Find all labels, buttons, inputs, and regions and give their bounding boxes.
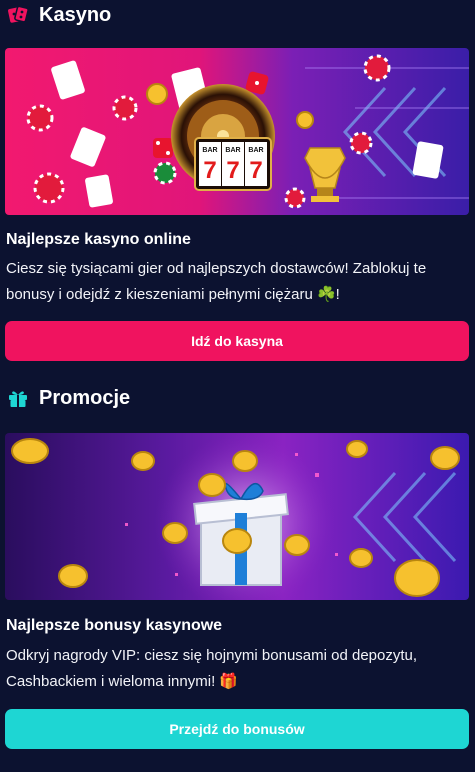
promotions-section-title: Promocje [39,386,131,409]
go-to-casino-button[interactable]: Idź do kasyna [5,321,469,361]
casino-card-description: Ciesz się tysiącami gier od najlepszych … [6,260,427,303]
slot-bar-label: BAR [202,147,217,154]
casino-banner-image[interactable]: BAR BAR BAR 7 7 7 [5,48,469,215]
casino-section-header: Kasyno [0,0,475,30]
promotions-card-text: Odkryj nagrody VIP: ciesz się hojnymi bo… [0,643,475,695]
slot-seven: 7 [203,157,216,184]
casino-section-title: Kasyno [39,3,112,26]
slot-seven: 7 [249,157,262,184]
slot-bar-label: BAR [248,147,263,154]
casino-section: Kasyno BAR BAR BAR 7 7 7 Najlepsze kasyn… [0,0,475,361]
promotions-card-description: Odkryj nagrody VIP: ciesz się hojnymi bo… [6,647,418,690]
slot-seven: 7 [226,157,239,184]
dice-icon [7,4,29,26]
promotions-section-header: Promocje [0,383,475,413]
casino-card-text-end: ! [335,286,340,303]
gift-icon [7,387,29,409]
shamrock-icon: ☘️ [316,286,336,303]
casino-card-title: Najlepsze kasyno online [6,231,191,248]
gift-emoji-icon: 🎁 [219,673,239,690]
casino-card-text: Ciesz się tysiącami gier od najlepszych … [0,256,475,308]
slot-bar-label: BAR [225,147,240,154]
promotions-card-title: Najlepsze bonusy kasynowe [6,617,223,634]
promotions-section: Promocje Najlepsze bonusy kasynowe Odkry… [0,383,475,749]
go-to-bonuses-button[interactable]: Przejdź do bonusów [5,709,469,749]
promotions-banner-image[interactable] [5,433,469,600]
